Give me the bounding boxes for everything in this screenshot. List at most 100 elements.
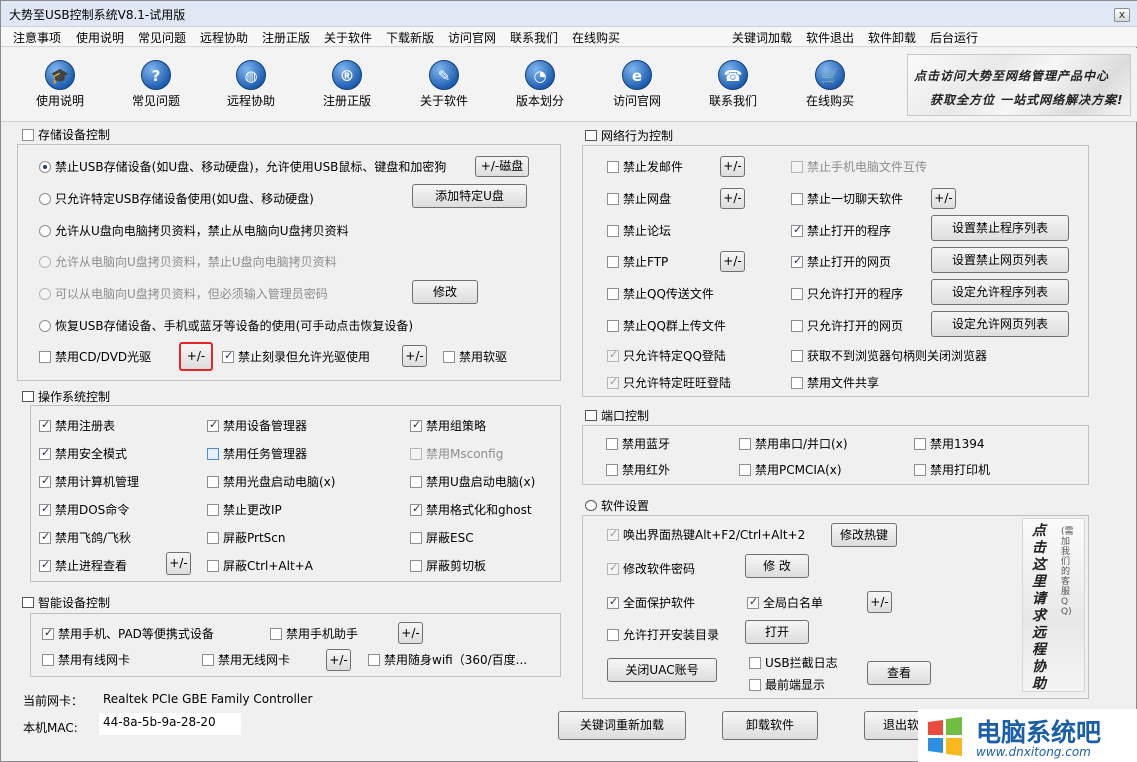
os-safe-mode[interactable]: 禁用安全模式 [39, 446, 127, 461]
net-allow-programs[interactable]: 只允许打开的程序 [791, 287, 903, 301]
storage-option-1[interactable]: 禁止USB存储设备(如U盘、移动硬盘)，允许使用USB鼠标、键盘和加密狗 [39, 160, 446, 174]
checkbox[interactable] [791, 377, 803, 389]
menu-about[interactable]: 关于软件 [324, 29, 372, 46]
settings-topmost[interactable]: 最前端显示 [749, 678, 825, 692]
view-log-button[interactable]: 查看 [867, 661, 931, 685]
toolbar-buy[interactable]: 🛒 在线购买 [788, 52, 872, 118]
checkbox[interactable] [791, 320, 803, 332]
checkbox[interactable] [207, 532, 219, 544]
net-phone-pc-transfer[interactable]: 禁止手机电脑文件互传 [791, 160, 927, 174]
net-chat-toggle[interactable]: +/- [931, 188, 956, 209]
checkbox[interactable] [739, 464, 751, 476]
checkbox-checked[interactable] [39, 474, 51, 488]
os-group-policy[interactable]: 禁用组策略 [410, 418, 486, 433]
storage-option-5[interactable]: 可以从电脑向U盘拷贝资料，但必须输入管理员密码 [39, 287, 328, 301]
disk-toggle-button[interactable]: +/-磁盘 [475, 156, 529, 177]
settings-protect[interactable]: 全面保护软件 [607, 595, 695, 610]
checkbox[interactable] [607, 320, 619, 332]
menu-uninstall[interactable]: 软件卸载 [868, 29, 916, 46]
os-esc[interactable]: 屏蔽ESC [410, 531, 474, 545]
cd-dvd-checkbox[interactable]: 禁用CD/DVD光驱 [39, 350, 151, 364]
os-msconfig[interactable]: 禁用Msconfig [410, 447, 503, 461]
net-allow-webpages[interactable]: 只允许打开的网页 [791, 319, 903, 333]
port-serial[interactable]: 禁用串口/并口(x) [739, 437, 848, 451]
checkbox[interactable] [607, 288, 619, 300]
checkbox[interactable] [368, 654, 380, 666]
checkbox-checked[interactable] [791, 254, 803, 268]
checkbox-checked[interactable] [42, 626, 54, 640]
set-blocked-webpages-button[interactable]: 设置禁止网页列表 [931, 247, 1069, 273]
toolbar-about[interactable]: ✎ 关于软件 [402, 52, 486, 118]
storage-option-2[interactable]: 只允许特定USB存储设备使用(如U盘、移动硬盘) [39, 192, 314, 206]
toolbar-remote-help[interactable]: ◍ 远程协助 [209, 52, 293, 118]
checkbox-checked[interactable] [607, 348, 619, 362]
close-button[interactable]: x [1114, 8, 1130, 22]
storage-option-3[interactable]: 允许从U盘向电脑拷贝资料，禁止从电脑向U盘拷贝资料 [39, 224, 349, 238]
net-forum[interactable]: 禁止论坛 [607, 224, 671, 238]
checkbox[interactable] [606, 464, 618, 476]
menu-background[interactable]: 后台运行 [930, 29, 978, 46]
checkbox[interactable] [791, 161, 803, 173]
set-allowed-webpages-button[interactable]: 设定允许网页列表 [931, 311, 1069, 337]
checkbox[interactable] [207, 504, 219, 516]
toolbar-faq[interactable]: ? 常见问题 [114, 52, 198, 118]
checkbox-checked[interactable] [607, 527, 619, 541]
radio[interactable] [39, 288, 51, 300]
remote-help-side-banner[interactable]: 点击这里请求远程协助 (需加我们的客服QQ) [1022, 518, 1085, 692]
os-usb-boot[interactable]: 禁用U盘启动电脑(x) [410, 475, 535, 489]
os-prtscn[interactable]: 屏蔽PrtScn [207, 531, 286, 545]
net-cloud-disk[interactable]: 禁止网盘 [607, 192, 671, 206]
modify-password-button[interactable]: 修改 [412, 280, 478, 304]
checkbox[interactable] [607, 629, 619, 641]
menu-contact[interactable]: 联系我们 [510, 29, 558, 46]
checkbox[interactable] [39, 351, 51, 363]
os-ctrl-alt-a[interactable]: 屏蔽Ctrl+Alt+A [207, 559, 313, 573]
checkbox[interactable] [410, 532, 422, 544]
port-printer[interactable]: 禁用打印机 [914, 463, 990, 477]
os-computer-mgmt[interactable]: 禁用计算机管理 [39, 474, 139, 489]
checkbox[interactable] [207, 476, 219, 488]
storage-option-6[interactable]: 恢复USB存储设备、手机或蓝牙等设备的使用(可手动点击恢复设备) [39, 319, 413, 333]
checkbox[interactable] [606, 438, 618, 450]
menu-buy[interactable]: 在线购买 [572, 29, 620, 46]
checkbox[interactable] [410, 476, 422, 488]
smart-portable[interactable]: 禁用手机、PAD等便携式设备 [42, 626, 214, 641]
net-qq-file[interactable]: 禁止QQ传送文件 [607, 287, 714, 301]
checkbox[interactable] [791, 350, 803, 362]
product-center-banner[interactable]: 点击访问大势至网络管理产品中心 获取全方位 一站式网络解决方案! [907, 54, 1131, 116]
settings-password[interactable]: 修改软件密码 [607, 561, 695, 576]
checkbox-checked[interactable] [410, 418, 422, 432]
checkbox-checked[interactable] [222, 349, 234, 363]
burn-checkbox[interactable]: 禁止刻录但允许光驱使用 [222, 349, 370, 364]
radio-selected[interactable] [39, 161, 51, 173]
checkbox[interactable] [410, 560, 422, 572]
net-email[interactable]: 禁止发邮件 [607, 160, 683, 174]
checkbox-checked[interactable] [410, 502, 422, 516]
checkbox[interactable] [607, 193, 619, 205]
settings-usb-log[interactable]: USB拦截日志 [749, 656, 838, 670]
checkbox-checked[interactable] [607, 595, 619, 609]
uninstall-button[interactable]: 卸载软件 [722, 711, 818, 740]
net-block-webpages[interactable]: 禁止打开的网页 [791, 254, 891, 269]
checkbox[interactable] [791, 193, 803, 205]
radio[interactable] [39, 193, 51, 205]
toolbar-manual[interactable]: 🎓 使用说明 [18, 52, 102, 118]
menu-faq[interactable]: 常见问题 [138, 29, 186, 46]
checkbox[interactable] [914, 438, 926, 450]
net-qq-group-file[interactable]: 禁止QQ群上传文件 [607, 319, 726, 333]
menu-exit[interactable]: 软件退出 [806, 29, 854, 46]
checkbox-checked[interactable] [607, 375, 619, 389]
close-uac-button[interactable]: 关闭UAC账号 [607, 658, 717, 682]
storage-option-4[interactable]: 允许从电脑向U盘拷贝资料，禁止U盘向电脑拷贝资料 [39, 255, 337, 269]
radio[interactable] [39, 225, 51, 237]
modify-hotkey-button[interactable]: 修改热键 [831, 523, 897, 547]
settings-hotkey[interactable]: 唤出界面热键Alt+F2/Ctrl+Alt+2 [607, 527, 805, 542]
checkbox-checked[interactable] [39, 558, 51, 572]
net-ftp-toggle[interactable]: +/- [720, 251, 745, 272]
menu-register[interactable]: 注册正版 [262, 29, 310, 46]
checkbox[interactable] [749, 657, 761, 669]
checkbox[interactable] [207, 560, 219, 572]
checkbox-checked[interactable] [791, 223, 803, 237]
cd-dvd-toggle-button[interactable]: +/- [179, 342, 213, 371]
burn-toggle-button[interactable]: +/- [402, 345, 427, 367]
